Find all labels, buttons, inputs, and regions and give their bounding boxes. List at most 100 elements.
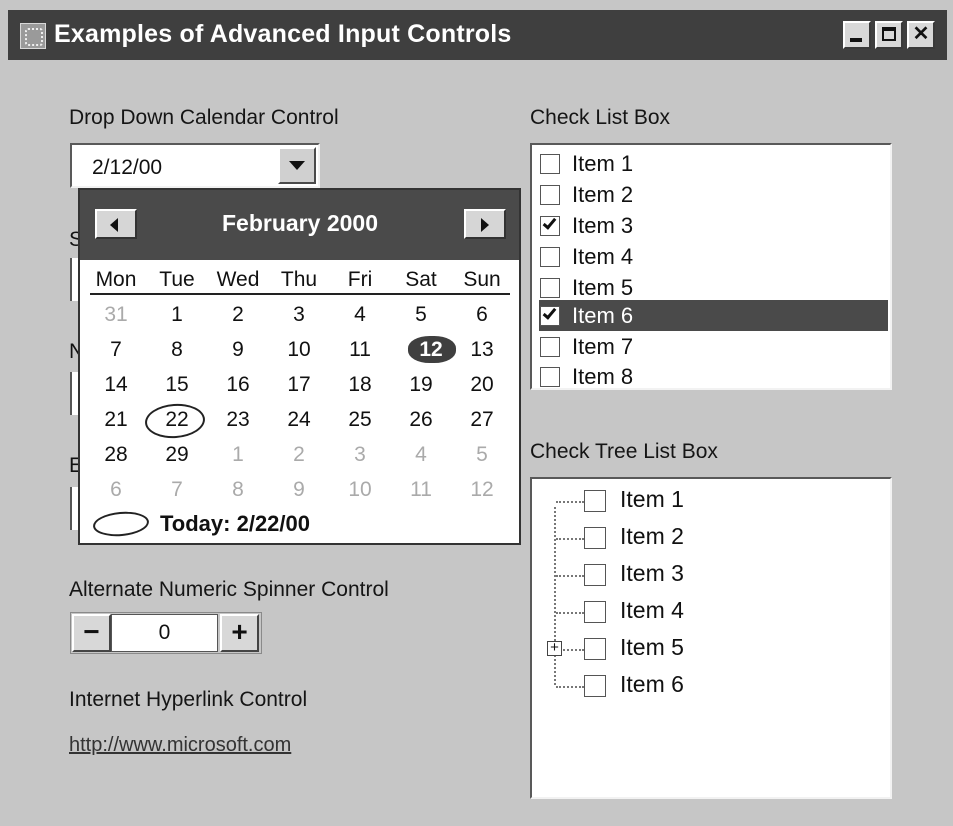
calendar-day[interactable]: 8: [151, 337, 203, 362]
tree-item[interactable]: Item 2: [532, 522, 872, 554]
calendar-day[interactable]: 6: [90, 477, 142, 502]
calendar-day[interactable]: 5: [456, 442, 508, 467]
tree-checkbox[interactable]: [584, 564, 606, 586]
check-list-item-label: Item 6: [572, 303, 634, 328]
increment-button[interactable]: +: [220, 614, 259, 652]
previous-month-button[interactable]: [95, 209, 137, 239]
today-link[interactable]: Today: 2/22/00: [160, 511, 310, 537]
calendar-day[interactable]: 17: [273, 372, 325, 397]
next-month-button[interactable]: [464, 209, 506, 239]
calendar-day[interactable]: 2: [273, 442, 325, 467]
check-list-item[interactable]: Item 3: [539, 210, 888, 241]
tree-branch-line: [556, 575, 584, 577]
calendar-day[interactable]: 21: [90, 407, 142, 432]
tree-checkbox[interactable]: [584, 638, 606, 660]
check-tree-list-box[interactable]: Item 1 Item 2 Item 3 Item 4 + Item 5 Item…: [530, 477, 892, 799]
checkbox[interactable]: [540, 278, 560, 298]
tree-checkbox[interactable]: [584, 675, 606, 697]
date-dropdown[interactable]: 2/12/00: [70, 143, 320, 188]
numeric-spinner[interactable]: − 0 +: [70, 612, 262, 654]
minimize-button[interactable]: [843, 21, 871, 49]
calendar-day[interactable]: 9: [273, 477, 325, 502]
calendar-day[interactable]: 25: [334, 407, 386, 432]
tree-checkbox[interactable]: [584, 601, 606, 623]
calendar-day[interactable]: 1: [212, 442, 264, 467]
tree-item[interactable]: Item 6: [532, 670, 872, 702]
tree-checkbox[interactable]: [584, 527, 606, 549]
calendar-day[interactable]: 10: [273, 337, 325, 362]
checkbox[interactable]: [540, 247, 560, 267]
tree-item-expandable[interactable]: + Item 5: [532, 633, 872, 665]
calendar-day[interactable]: 4: [395, 442, 447, 467]
calendar-day[interactable]: 15: [151, 372, 203, 397]
close-button[interactable]: ✕: [907, 21, 935, 49]
check-list-item-label: Item 4: [572, 244, 634, 269]
checkbox-checked[interactable]: [540, 215, 560, 236]
calendar-day[interactable]: 8: [212, 477, 264, 502]
drop-down-calendar-label: Drop Down Calendar Control: [69, 106, 339, 129]
chevron-down-icon: [289, 161, 305, 170]
calendar-day-selected[interactable]: 12: [405, 337, 457, 362]
tree-item[interactable]: Item 4: [532, 596, 872, 628]
calendar-day[interactable]: 18: [334, 372, 386, 397]
calendar-day[interactable]: 20: [456, 372, 508, 397]
check-list-item[interactable]: Item 1: [539, 148, 888, 179]
calendar-day[interactable]: 9: [212, 337, 264, 362]
checkbox[interactable]: [540, 185, 560, 205]
expand-plus-icon[interactable]: +: [547, 640, 562, 656]
check-list-item[interactable]: Item 5: [539, 272, 888, 303]
checkbox-checked[interactable]: [540, 305, 560, 326]
calendar-day[interactable]: 29: [151, 442, 203, 467]
checkbox[interactable]: [540, 367, 560, 387]
check-list-item-label: Item 3: [572, 213, 634, 238]
tree-branch-line: [556, 612, 584, 614]
calendar-day[interactable]: 5: [395, 302, 447, 327]
tree-item[interactable]: Item 1: [532, 485, 872, 517]
calendar-day-today[interactable]: 22: [151, 407, 203, 432]
calendar-day[interactable]: 6: [456, 302, 508, 327]
weekday-fri: Fri: [347, 268, 373, 291]
calendar-day[interactable]: 26: [395, 407, 447, 432]
check-list-item[interactable]: Item 2: [539, 179, 888, 210]
calendar-header: February 2000: [80, 190, 519, 260]
check-list-box[interactable]: Item 1 Item 2 Item 3 Item 4 Item 5 Item …: [530, 143, 892, 390]
calendar-day[interactable]: 3: [273, 302, 325, 327]
calendar-day[interactable]: 16: [212, 372, 264, 397]
spinner-value[interactable]: 0: [111, 614, 218, 652]
weekday-divider: [90, 293, 510, 295]
calendar-day[interactable]: 1: [151, 302, 203, 327]
calendar-day[interactable]: 19: [395, 372, 447, 397]
calendar-day[interactable]: 28: [90, 442, 142, 467]
app-icon: [20, 23, 46, 49]
check-list-item[interactable]: Item 8: [539, 361, 888, 392]
calendar-day[interactable]: 23: [212, 407, 264, 432]
checkbox[interactable]: [540, 154, 560, 174]
calendar-day[interactable]: 12: [456, 477, 508, 502]
calendar-day[interactable]: 11: [334, 337, 386, 362]
calendar-day[interactable]: 7: [151, 477, 203, 502]
calendar-popup[interactable]: February 2000 Mon Tue Wed Thu Fri Sat Su…: [78, 188, 521, 545]
maximize-button[interactable]: [875, 21, 903, 49]
dropdown-button[interactable]: [278, 147, 316, 184]
calendar-day[interactable]: 27: [456, 407, 508, 432]
decrement-button[interactable]: −: [72, 614, 111, 652]
calendar-day[interactable]: 2: [212, 302, 264, 327]
calendar-day[interactable]: 7: [90, 337, 142, 362]
check-list-item-selected[interactable]: Item 6: [539, 300, 888, 331]
tree-item[interactable]: Item 3: [532, 559, 872, 591]
checkbox[interactable]: [540, 337, 560, 357]
calendar-day[interactable]: 14: [90, 372, 142, 397]
today-marker-icon: [92, 509, 150, 539]
calendar-day[interactable]: 3: [334, 442, 386, 467]
calendar-day[interactable]: 31: [90, 302, 142, 327]
calendar-day[interactable]: 4: [334, 302, 386, 327]
calendar-day[interactable]: 13: [456, 337, 508, 362]
calendar-day[interactable]: 24: [273, 407, 325, 432]
tree-checkbox[interactable]: [584, 490, 606, 512]
check-list-item[interactable]: Item 4: [539, 241, 888, 272]
calendar-day[interactable]: 11: [395, 477, 447, 502]
title-bar[interactable]: Examples of Advanced Input Controls ✕: [8, 10, 947, 60]
microsoft-link[interactable]: http://www.microsoft.com: [69, 734, 291, 757]
calendar-day[interactable]: 10: [334, 477, 386, 502]
check-list-item[interactable]: Item 7: [539, 331, 888, 362]
